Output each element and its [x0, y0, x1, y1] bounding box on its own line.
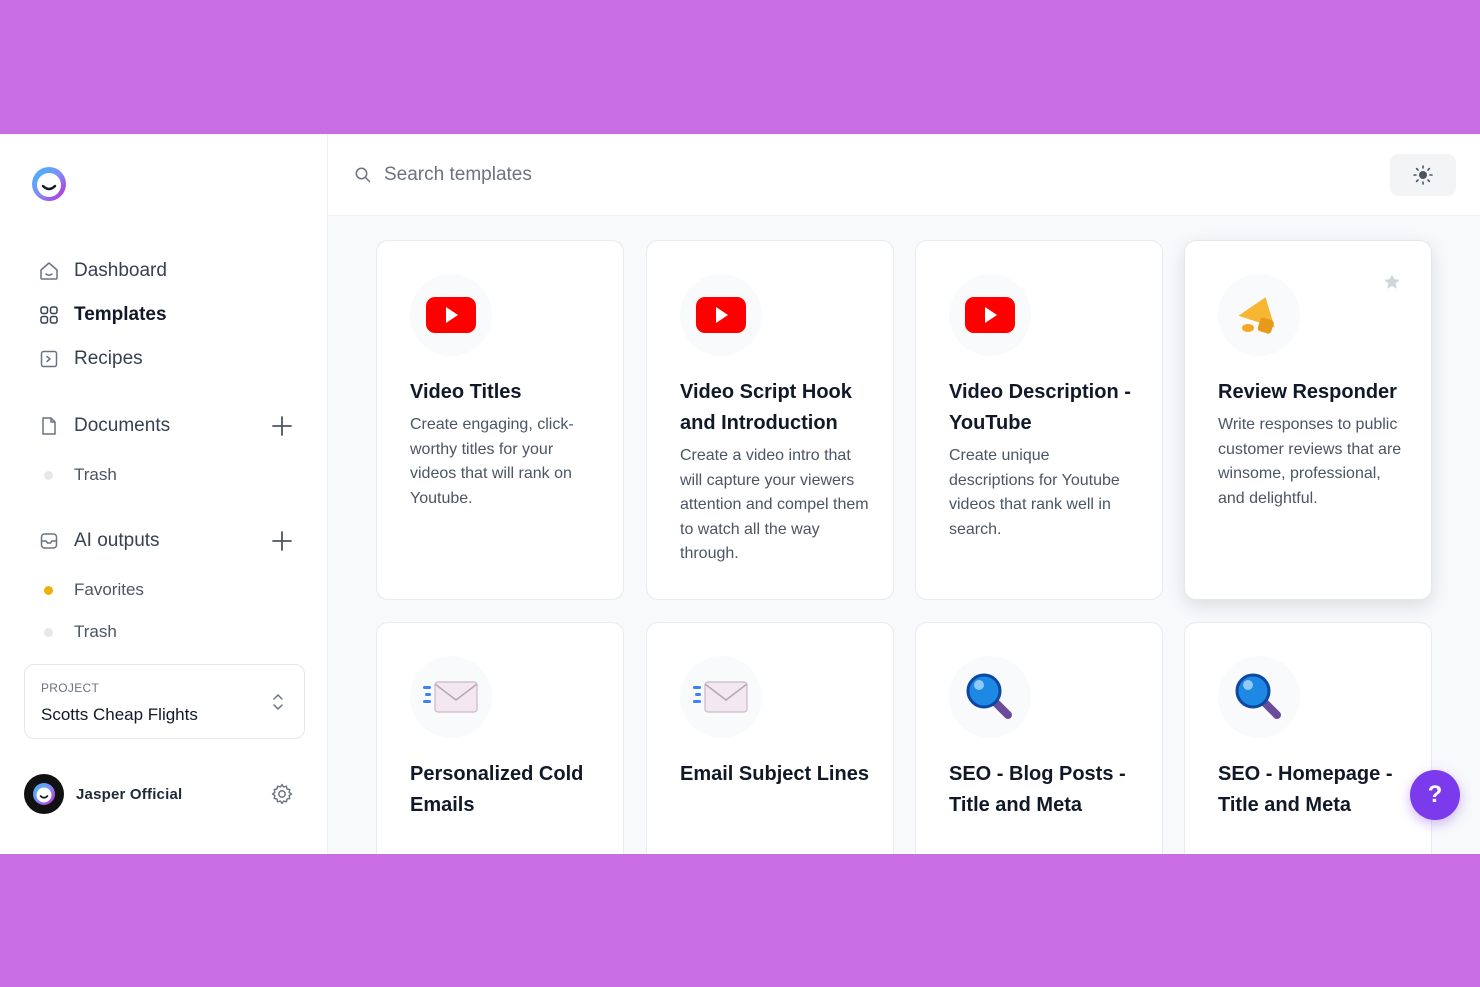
avatar — [24, 774, 64, 814]
youtube-icon — [965, 297, 1015, 333]
avatar-logo-icon — [33, 783, 55, 805]
gear-icon[interactable] — [270, 782, 294, 806]
project-selector[interactable]: PROJECT Scotts Cheap Flights — [24, 664, 305, 739]
favorites-label: Favorites — [74, 580, 144, 599]
card-title: SEO - Homepage - Title and Meta — [1218, 763, 1393, 816]
megaphone-icon — [1238, 297, 1275, 334]
email-icon — [693, 681, 748, 713]
star-icon[interactable] — [1383, 273, 1401, 291]
card-description: Create engaging, click-worthy titles for… — [410, 416, 574, 507]
jasper-logo[interactable] — [28, 164, 70, 204]
documents-trash[interactable]: Trash — [44, 463, 117, 487]
ai-outputs-trash-label: Trash — [74, 622, 117, 641]
nav-templates-label: Templates — [74, 304, 167, 325]
card-icon-wrap — [410, 274, 492, 356]
card-icon-wrap — [680, 656, 762, 738]
template-card-personalized-cold-emails[interactable]: Personalized Cold Emails — [376, 622, 624, 854]
nav-dashboard[interactable]: Dashboard — [38, 256, 167, 286]
user-name: Jasper Official — [76, 785, 183, 803]
nav-recipes-label: Recipes — [74, 348, 143, 369]
card-title: Video Script Hook and Introduction — [680, 381, 852, 434]
card-icon-wrap — [949, 274, 1031, 356]
template-card-seo-blog-posts[interactable]: SEO - Blog Posts - Title and Meta — [915, 622, 1163, 854]
sun-icon — [1413, 165, 1433, 185]
magnifier-icon — [1235, 673, 1281, 719]
home-icon — [38, 260, 60, 282]
template-card-video-script-hook[interactable]: Video Script Hook and Introduction Creat… — [646, 240, 894, 600]
youtube-icon — [426, 297, 476, 333]
project-caption: PROJECT — [41, 681, 100, 695]
document-icon — [38, 415, 60, 437]
card-description: Write responses to public customer revie… — [1218, 416, 1402, 507]
project-name: Scotts Cheap Flights — [41, 705, 198, 724]
card-icon-wrap — [1218, 274, 1300, 356]
card-title: Email Subject Lines — [680, 763, 869, 785]
trash-dot-icon — [44, 470, 53, 480]
card-icon-wrap — [1218, 656, 1300, 738]
card-title: Review Responder — [1218, 381, 1397, 403]
card-title: Personalized Cold Emails — [410, 763, 584, 816]
template-card-video-description[interactable]: Video Description - YouTube Create uniqu… — [915, 240, 1163, 600]
template-card-seo-homepage[interactable]: SEO - Homepage - Title and Meta — [1184, 622, 1432, 854]
nav-documents[interactable]: Documents — [38, 411, 170, 441]
card-icon-wrap — [949, 656, 1031, 738]
chevron-updown-icon — [273, 694, 283, 710]
theme-toggle-button[interactable] — [1390, 154, 1456, 196]
add-document-icon[interactable] — [270, 414, 294, 438]
user-profile[interactable]: Jasper Official — [24, 774, 182, 814]
add-ai-output-icon[interactable] — [270, 529, 294, 553]
card-title: SEO - Blog Posts - Title and Meta — [949, 763, 1126, 816]
template-card-review-responder[interactable]: Review Responder Write responses to publ… — [1184, 240, 1432, 600]
card-title: Video Description - YouTube — [949, 381, 1131, 434]
grid-icon — [38, 304, 60, 326]
nav-documents-label: Documents — [74, 415, 171, 436]
nav-ai-outputs[interactable]: AI outputs — [38, 526, 160, 556]
card-icon-wrap — [680, 274, 762, 356]
magnifier-icon — [966, 673, 1012, 719]
card-icon-wrap — [410, 656, 492, 738]
help-button[interactable]: ? — [1410, 770, 1460, 820]
email-icon — [423, 681, 478, 713]
search-input[interactable] — [384, 156, 1284, 194]
card-title: Video Titles — [410, 381, 522, 403]
nav-ai-outputs-label: AI outputs — [74, 530, 160, 551]
ai-outputs-trash[interactable]: Trash — [44, 620, 117, 644]
template-card-email-subject-lines[interactable]: Email Subject Lines — [646, 622, 894, 854]
app-window: Dashboard Templates Recipes Documents Tr… — [0, 134, 1480, 854]
card-description: Create a video intro that will capture y… — [680, 447, 869, 562]
youtube-icon — [696, 297, 746, 333]
recipe-icon — [38, 348, 60, 370]
top-bar — [328, 134, 1480, 216]
ai-outputs-favorites[interactable]: Favorites — [44, 578, 144, 602]
nav-dashboard-label: Dashboard — [74, 260, 167, 281]
card-description: Create unique descriptions for Youtube v… — [949, 447, 1120, 538]
nav-templates[interactable]: Templates — [38, 300, 167, 330]
trash-dot-icon — [44, 627, 53, 637]
sidebar: Dashboard Templates Recipes Documents Tr… — [0, 134, 328, 854]
favorites-dot-icon — [44, 585, 53, 595]
search-icon — [355, 167, 371, 183]
documents-trash-label: Trash — [74, 465, 117, 484]
inbox-icon — [38, 530, 60, 552]
nav-recipes[interactable]: Recipes — [38, 344, 143, 374]
template-card-video-titles[interactable]: Video Titles Create engaging, click-wort… — [376, 240, 624, 600]
